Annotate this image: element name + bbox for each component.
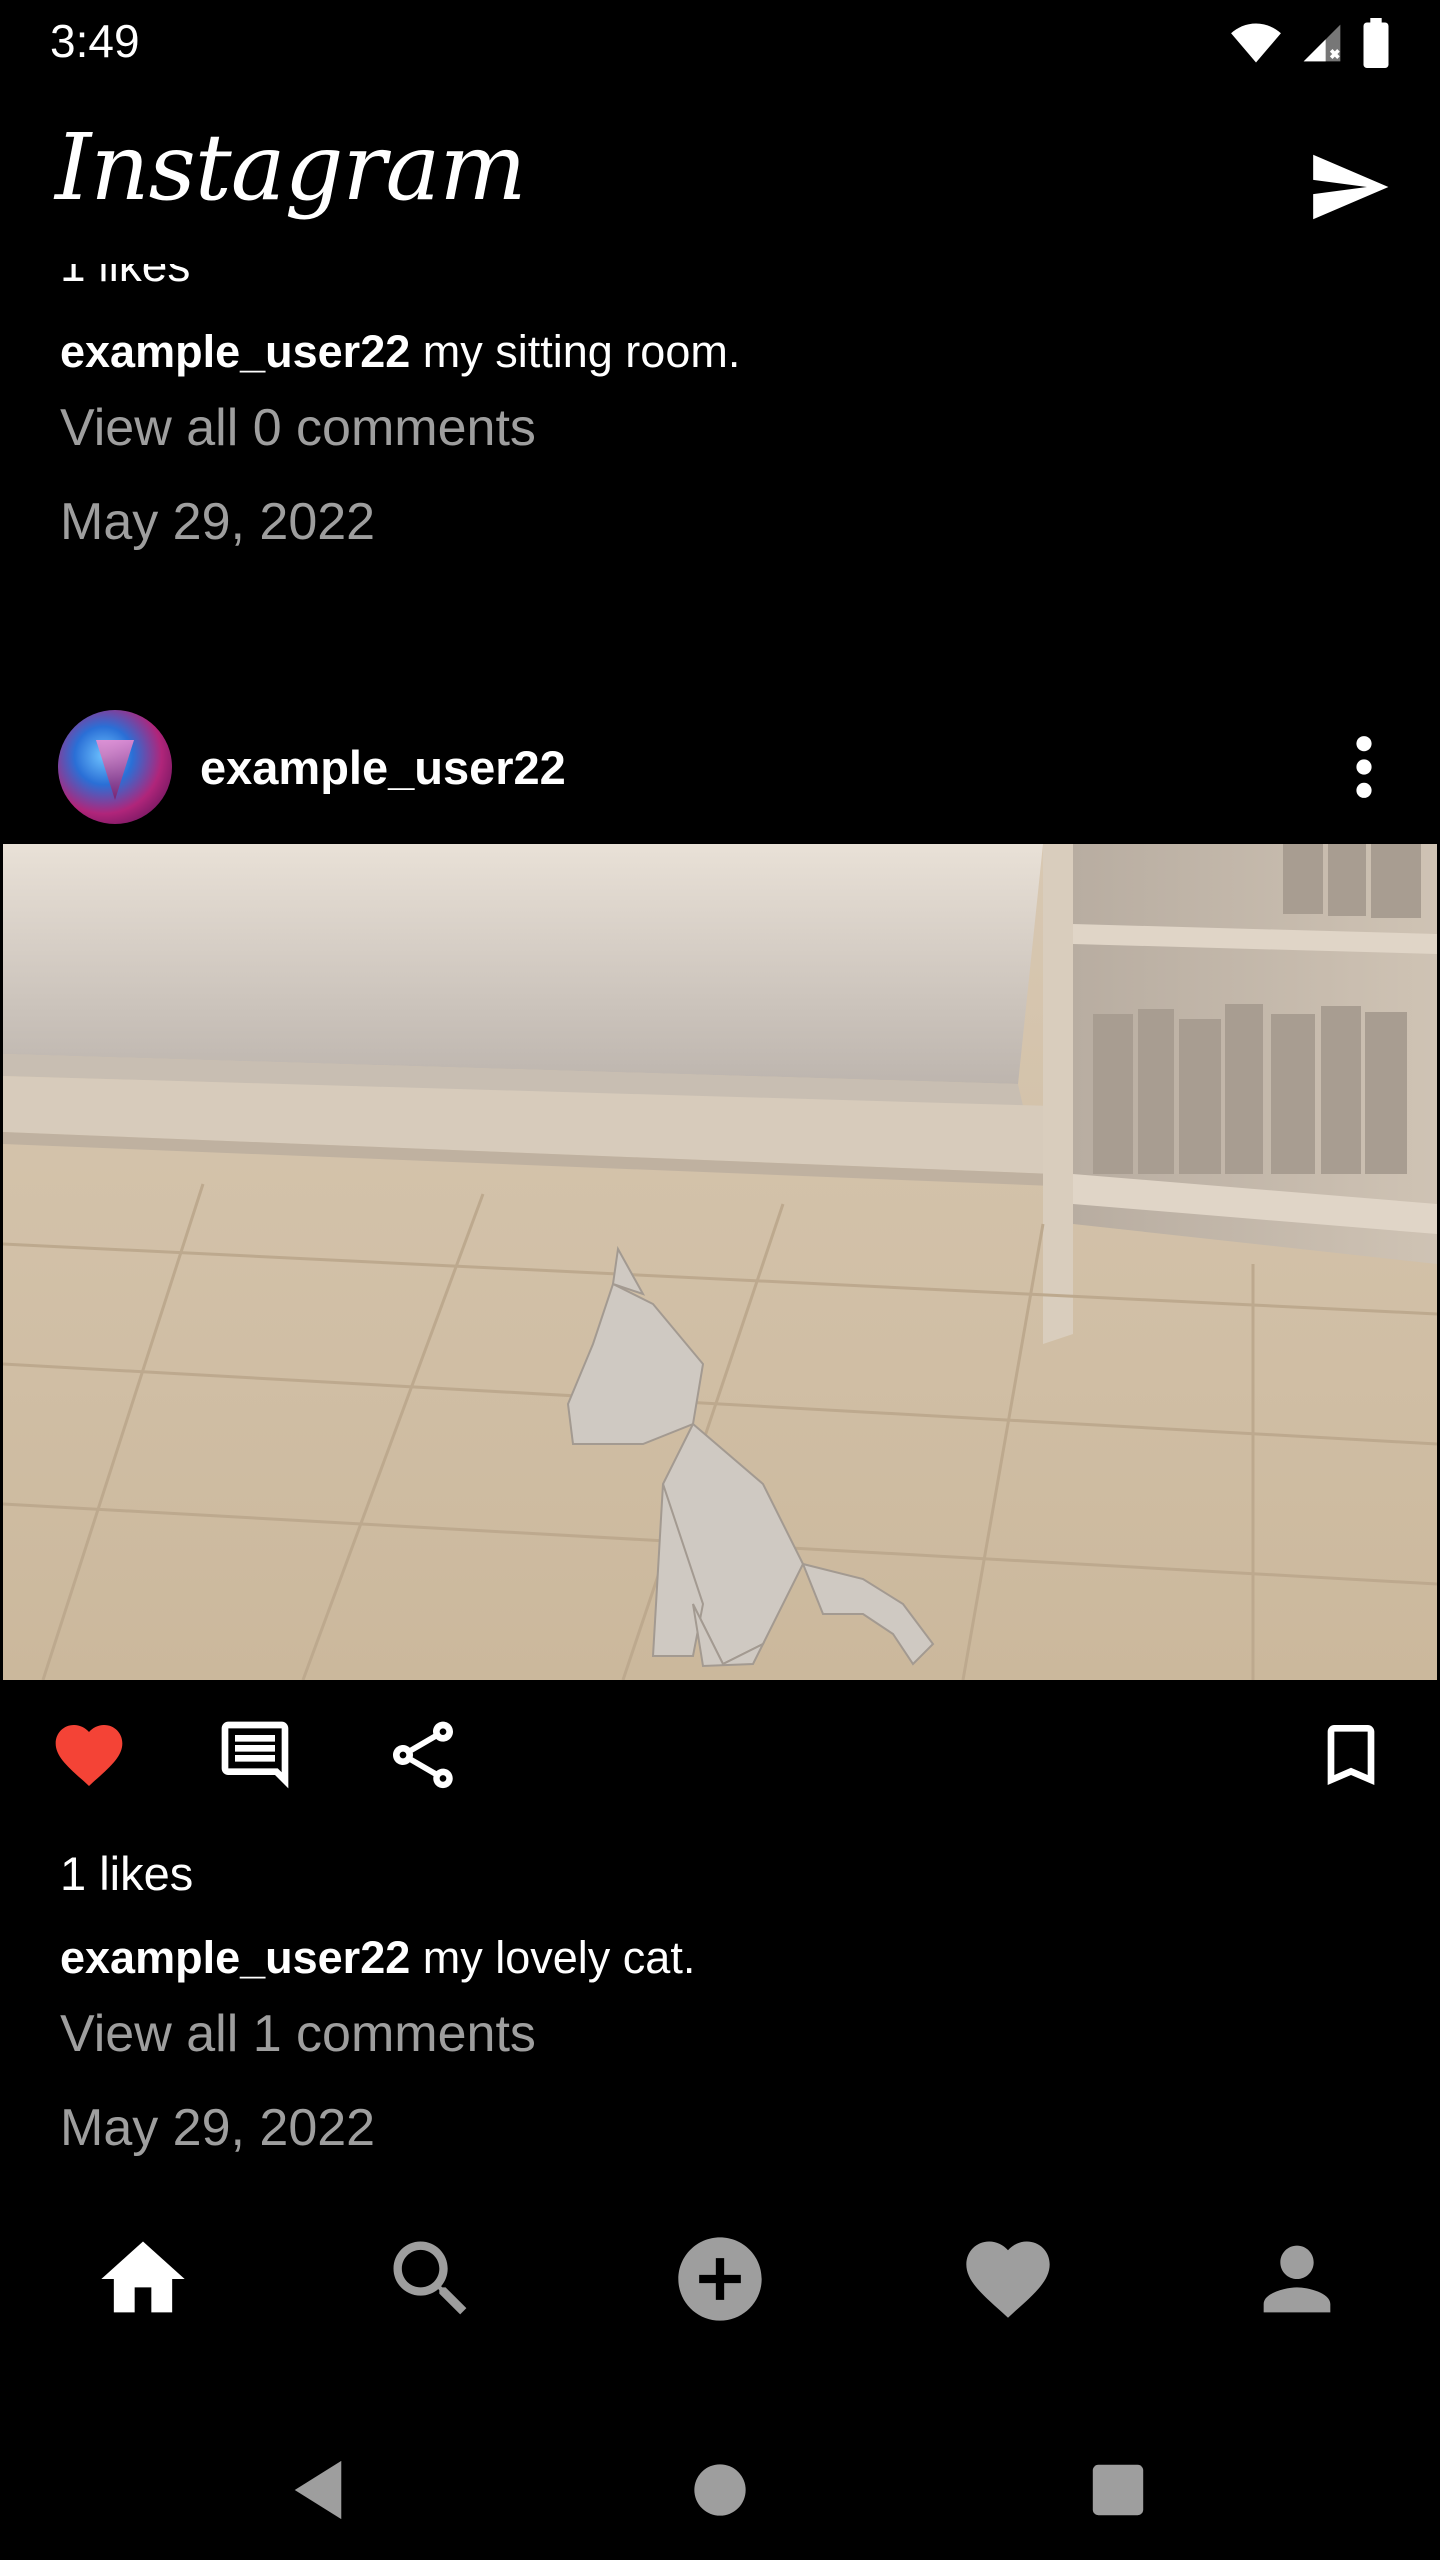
comment-icon [221, 1721, 289, 1789]
bookmark-button[interactable] [1306, 1710, 1396, 1800]
system-navigation-bar [0, 2400, 1440, 2560]
cat-room-photo [3, 844, 1437, 1680]
heart-icon [55, 1725, 123, 1786]
more-options-button[interactable] [1334, 732, 1394, 802]
back-icon [294, 2460, 342, 2520]
home-circle-icon [694, 2464, 746, 2516]
status-icons [1230, 18, 1390, 68]
profile-icon [1263, 2245, 1331, 2313]
post-actions [0, 1710, 1440, 1810]
heart-icon [966, 2241, 1050, 2318]
bottom-navigation [0, 2184, 1440, 2368]
likes-count: 1 likes [60, 264, 191, 291]
post-date: May 29, 2022 [60, 2099, 376, 2157]
post-header: example_user22 [0, 684, 1440, 854]
send-icon [1313, 154, 1389, 220]
system-recents-button[interactable] [1078, 2450, 1158, 2530]
nav-add[interactable] [665, 2224, 775, 2334]
search-icon [393, 2241, 467, 2315]
post-date: May 29, 2022 [60, 493, 376, 551]
view-comments-link[interactable]: View all 1 comments [60, 2004, 536, 2064]
status-time: 3:49 [50, 15, 140, 67]
post-caption: example_user22 my sitting room. [60, 326, 740, 378]
likes-count: 1 likes [60, 1847, 194, 1900]
system-home-button[interactable] [680, 2450, 760, 2530]
caption-username[interactable]: example_user22 [60, 1932, 410, 1983]
caption-username[interactable]: example_user22 [60, 326, 410, 377]
avatar[interactable] [58, 710, 172, 824]
battery-icon [1363, 18, 1389, 68]
nav-home[interactable] [88, 2224, 198, 2334]
home-icon [101, 2241, 185, 2313]
more-vert-icon [1356, 736, 1372, 798]
nav-profile[interactable] [1242, 2224, 1352, 2334]
comment-button[interactable] [210, 1710, 300, 1800]
nav-activity[interactable] [953, 2224, 1063, 2334]
wifi-icon [1231, 23, 1281, 63]
like-button[interactable] [44, 1710, 134, 1800]
recents-icon [1092, 2464, 1144, 2516]
status-bar: 3:49 [0, 0, 1440, 84]
share-button[interactable] [378, 1710, 468, 1800]
share-icon [393, 1721, 453, 1789]
post-image[interactable] [3, 844, 1437, 1680]
instagram-logo: Instagram [55, 114, 527, 221]
bookmark-icon [1327, 1725, 1375, 1785]
feed[interactable]: 1 likes example_user22 my sitting room. … [0, 264, 1440, 2184]
signal-icon [1303, 24, 1341, 62]
post-username[interactable]: example_user22 [200, 740, 566, 795]
post-caption: example_user22 my lovely cat. [60, 1932, 695, 1984]
nav-search[interactable] [376, 2224, 486, 2334]
add-icon [678, 2237, 762, 2321]
view-comments-link[interactable]: View all 0 comments [60, 398, 536, 458]
caption-text: my lovely cat. [422, 1932, 696, 1983]
direct-message-button[interactable] [1306, 144, 1392, 230]
system-back-button[interactable] [278, 2450, 358, 2530]
caption-text: my sitting room. [422, 326, 741, 377]
top-app-bar: Instagram [0, 84, 1440, 264]
